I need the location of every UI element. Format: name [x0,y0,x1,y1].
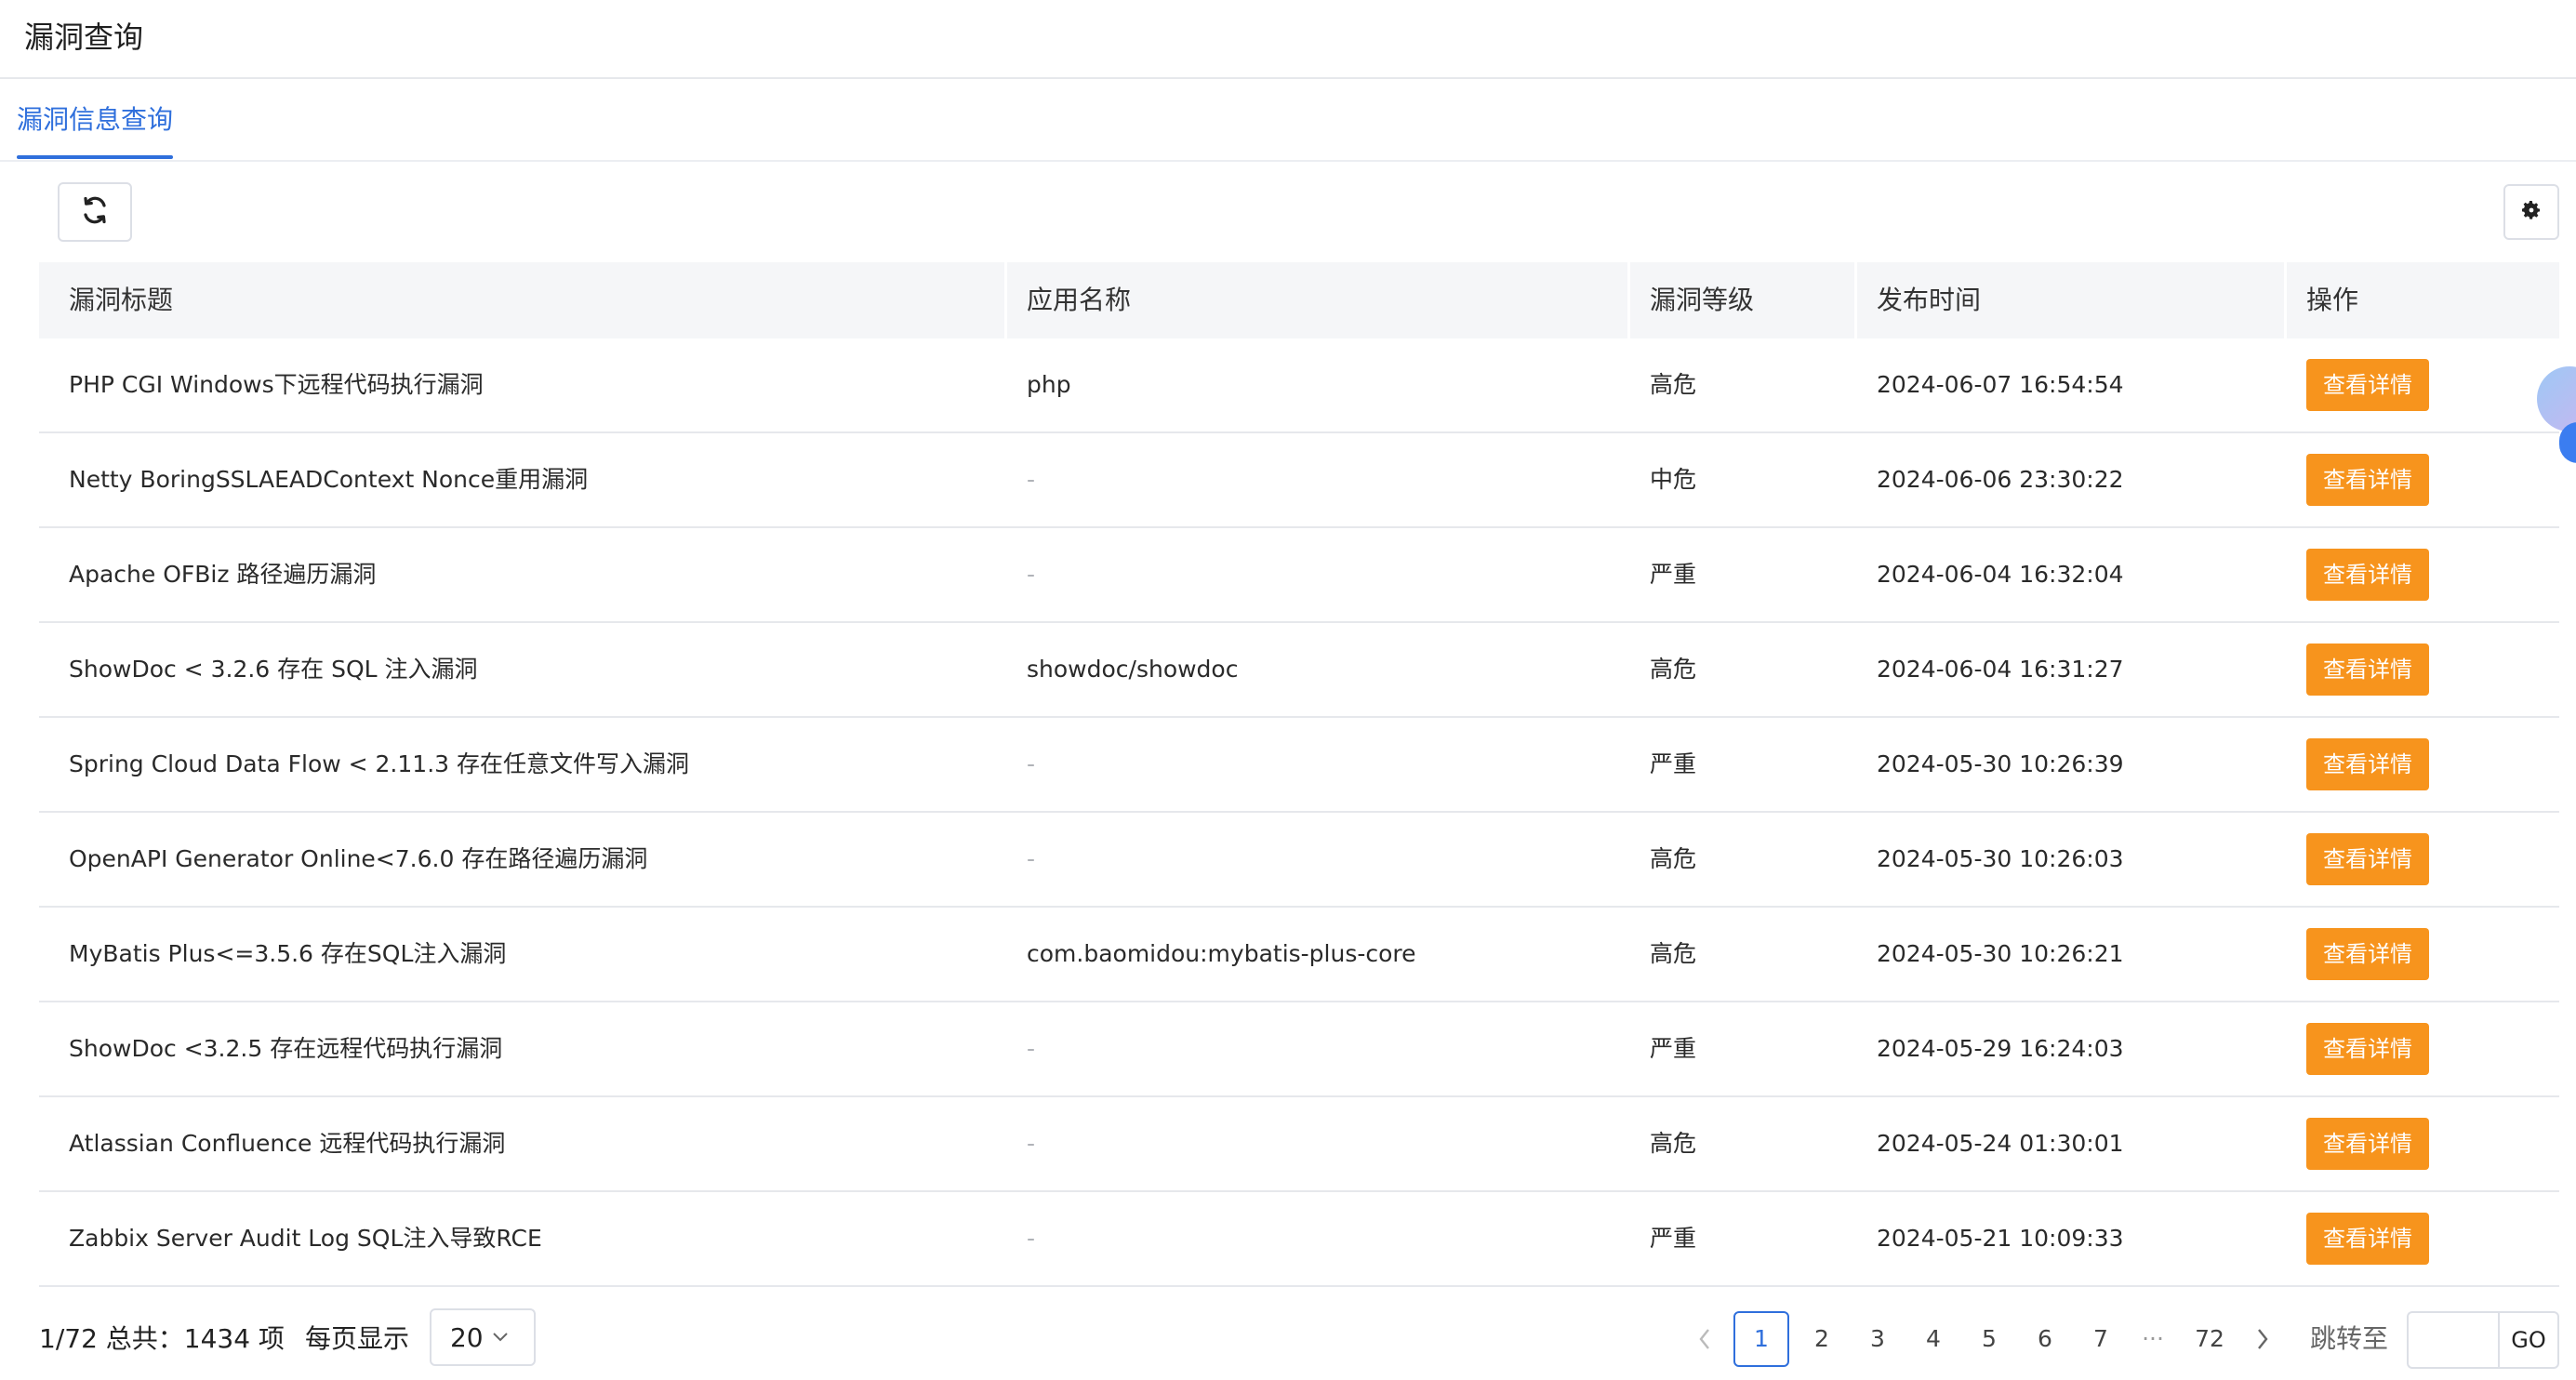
cell-title: Apache OFBiz 路径遍历漏洞 [69,561,377,588]
tab-bar: 漏洞信息查询 [0,79,2576,162]
settings-button[interactable] [2503,184,2559,240]
table-row: PHP CGI Windows下远程代码执行漏洞 php 高危 2024-06-07 … [39,338,2559,433]
cell-time: 2024-05-24 01:30:01 [1877,1130,2124,1157]
cell-app: com.baomidou:mybatis-plus-core [1027,940,1416,967]
cell-time: 2024-05-30 10:26:03 [1877,845,2124,872]
cell-level: 高危 [1650,1130,1697,1157]
table-row: Zabbix Server Audit Log SQL注入导致RCE - 严重 202… [39,1192,2559,1287]
pagination: 1 2 3 4 5 6 7 ··· 72 [0,1311,2576,1367]
cell-title: ShowDoc <3.2.5 存在远程代码执行漏洞 [69,1035,503,1062]
cell-app: - [1027,561,1036,588]
page-header: 漏洞查询 [0,0,2576,79]
cell-level: 高危 [1650,940,1697,967]
table-row: Apache OFBiz 路径遍历漏洞 - 严重 2024-06-04 16:32:0… [39,528,2559,623]
table-row: ShowDoc <3.2.5 存在远程代码执行漏洞 - 严重 2024-05-29 1… [39,1002,2559,1097]
cell-title: MyBatis Plus<=3.5.6 存在SQL注入漏洞 [69,940,507,967]
cell-time: 2024-05-21 10:09:33 [1877,1225,2124,1252]
view-detail-button[interactable]: 查看详情 [2306,549,2429,601]
cell-app: - [1027,466,1036,493]
cell-time: 2024-05-30 10:26:39 [1877,750,2124,777]
view-detail-button[interactable]: 查看详情 [2306,644,2429,696]
column-header-level: 漏洞等级 [1650,285,1755,315]
table-row: Netty BoringSSLAEADContext Nonce重用漏洞 - 中危 2… [39,433,2559,528]
go-button[interactable]: GO [2498,1311,2559,1369]
page-button-4[interactable]: 4 [1919,1311,1947,1367]
vuln-table: 漏洞标题 应用名称 漏洞等级 发布时间 操作 PHP CGI Windows下远… [39,262,2559,1287]
table-row: OpenAPI Generator Online<7.6.0 存在路径遍历漏洞 -… [39,813,2559,908]
cell-time: 2024-05-29 16:24:03 [1877,1035,2124,1062]
cell-app: - [1027,1130,1036,1157]
cell-level: 严重 [1650,1035,1697,1062]
cell-title: Netty BoringSSLAEADContext Nonce重用漏洞 [69,466,589,493]
view-detail-button[interactable]: 查看详情 [2306,928,2429,980]
cell-level: 严重 [1650,1225,1697,1252]
cell-time: 2024-06-07 16:54:54 [1877,371,2124,398]
column-header-time: 发布时间 [1877,285,1982,315]
next-page-icon[interactable] [2249,1311,2277,1367]
cell-title: OpenAPI Generator Online<7.6.0 存在路径遍历漏洞 [69,845,648,872]
view-detail-button[interactable]: 查看详情 [2306,1213,2429,1265]
cell-title: Zabbix Server Audit Log SQL注入导致RCE [69,1225,542,1252]
column-header-action: 操作 [2306,285,2359,315]
table-row: MyBatis Plus<=3.5.6 存在SQL注入漏洞 com.baomido… [39,908,2559,1002]
gear-icon [2520,199,2543,225]
tab-vuln-info-query[interactable]: 漏洞信息查询 [17,101,173,155]
view-detail-button[interactable]: 查看详情 [2306,359,2429,411]
page-button-1[interactable]: 1 [1733,1311,1789,1367]
page-button-7[interactable]: 7 [2087,1311,2115,1367]
cell-time: 2024-06-04 16:32:04 [1877,561,2124,588]
cell-title: Spring Cloud Data Flow < 2.11.3 存在任意文件写入… [69,750,689,777]
view-detail-button[interactable]: 查看详情 [2306,833,2429,885]
cell-title: ShowDoc < 3.2.6 存在 SQL 注入漏洞 [69,656,478,683]
active-tab-indicator [17,155,173,159]
jump-page-input[interactable] [2407,1311,2500,1369]
refresh-button[interactable] [58,182,132,242]
page-button-last[interactable]: 72 [2189,1311,2230,1367]
cell-app: - [1027,1225,1036,1252]
refresh-icon [81,196,109,228]
cell-time: 2024-06-06 23:30:22 [1877,466,2124,493]
page-button-3[interactable]: 3 [1864,1311,1892,1367]
view-detail-button[interactable]: 查看详情 [2306,1023,2429,1075]
view-detail-button[interactable]: 查看详情 [2306,1118,2429,1170]
cell-level: 严重 [1650,750,1697,777]
view-detail-button[interactable]: 查看详情 [2306,738,2429,790]
cell-app: php [1027,371,1071,398]
view-detail-button[interactable]: 查看详情 [2306,454,2429,506]
cell-app: showdoc/showdoc [1027,656,1239,683]
prev-page-icon[interactable] [1691,1311,1719,1367]
column-header-title: 漏洞标题 [69,285,174,315]
table-body: PHP CGI Windows下远程代码执行漏洞 php 高危 2024-06-07 … [39,338,2559,1287]
cell-level: 严重 [1650,561,1697,588]
table-row: Atlassian Confluence 远程代码执行漏洞 - 高危 2024-05-… [39,1097,2559,1192]
cell-level: 高危 [1650,845,1697,872]
cell-time: 2024-06-04 16:31:27 [1877,656,2124,683]
table-row: ShowDoc < 3.2.6 存在 SQL 注入漏洞 showdoc/showd… [39,623,2559,718]
cell-level: 中危 [1650,466,1697,493]
jump-to-label: 跳转至 [2310,1323,2389,1354]
page-button-5[interactable]: 5 [1975,1311,2003,1367]
page-button-2[interactable]: 2 [1808,1311,1836,1367]
cell-title: Atlassian Confluence 远程代码执行漏洞 [69,1130,506,1157]
page-ellipsis[interactable]: ··· [2139,1311,2167,1367]
page-button-6[interactable]: 6 [2031,1311,2059,1367]
cell-app: - [1027,845,1036,872]
table-header: 漏洞标题 应用名称 漏洞等级 发布时间 操作 [39,262,2559,338]
cell-time: 2024-05-30 10:26:21 [1877,940,2124,967]
table-row: Spring Cloud Data Flow < 2.11.3 存在任意文件写入… [39,718,2559,813]
cell-app: - [1027,1035,1036,1062]
cell-level: 高危 [1650,371,1697,398]
page-title: 漏洞查询 [24,20,144,55]
column-header-app: 应用名称 [1027,285,1132,315]
cell-app: - [1027,750,1036,777]
cell-title: PHP CGI Windows下远程代码执行漏洞 [69,371,484,398]
cell-level: 高危 [1650,656,1697,683]
